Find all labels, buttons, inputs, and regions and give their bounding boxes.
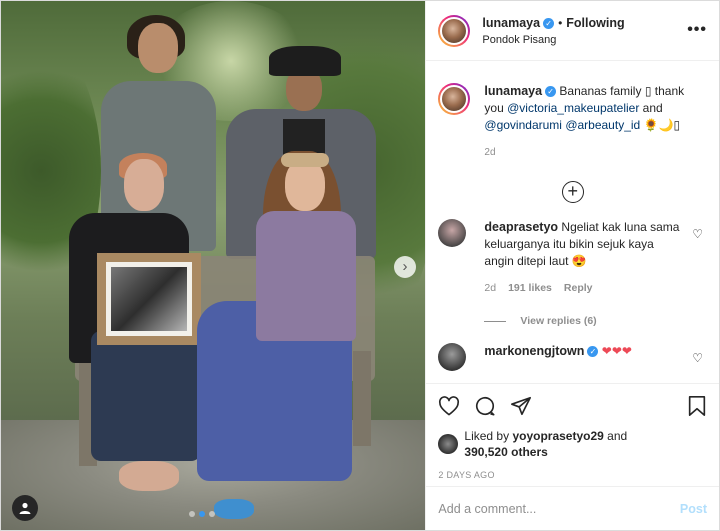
mention-link[interactable]: @govindarumi <box>484 118 562 132</box>
location-link[interactable]: Pondok Pisang <box>482 34 624 46</box>
post-button[interactable]: Post <box>680 502 707 516</box>
heart-icon[interactable] <box>438 396 460 416</box>
list-item: deaprasetyo Ngeliat kak luna sama keluar… <box>438 219 707 297</box>
add-circle-icon[interactable]: + <box>561 181 584 203</box>
comments-section: lunamaya ✓ Bananas family ▯ thank you @vi… <box>426 61 719 381</box>
carousel-dot <box>189 511 195 517</box>
carousel-dot <box>209 511 215 517</box>
heart-icon[interactable]: ♡ <box>692 227 703 241</box>
framed-photograph <box>97 253 201 345</box>
post-header: lunamaya ✓ • Following Pondok Pisang ••• <box>426 1 719 61</box>
add-comment-bar: Add a comment... Post <box>426 486 719 530</box>
caption: lunamaya ✓ Bananas family ▯ thank you @vi… <box>438 61 707 161</box>
following-button[interactable]: Following <box>566 16 624 30</box>
caption-text: Bananas family <box>559 84 645 98</box>
caption-avatar[interactable] <box>438 83 471 115</box>
avatar[interactable] <box>438 14 471 47</box>
likes-count[interactable]: 390,520 others <box>464 444 627 460</box>
post-photo[interactable]: › <box>1 1 426 530</box>
divider <box>484 320 507 322</box>
liked-by-user[interactable]: yoyoprasetyo29 <box>512 429 603 443</box>
carousel-dots <box>189 511 215 517</box>
list-item: markonengjtown ✓ ❤❤❤ ♡ <box>438 343 707 371</box>
post-actions: Liked by yoyoprasetyo29 and 390,520 othe… <box>426 383 719 480</box>
heart-icon[interactable]: ♡ <box>692 351 703 365</box>
comment-icon[interactable] <box>474 395 496 417</box>
view-replies-button[interactable]: View replies (6) <box>484 315 707 327</box>
comment-likes[interactable]: 191 likes <box>508 282 552 294</box>
header-separator: • <box>558 15 563 30</box>
view-replies-label: View replies (6) <box>520 315 597 327</box>
verified-badge-icon: ✓ <box>545 86 557 98</box>
verified-badge-icon: ✓ <box>587 346 599 358</box>
caption-emoji: ▯ <box>673 118 681 132</box>
carousel-dot <box>199 511 205 517</box>
bench-leg <box>353 351 371 446</box>
post-date[interactable]: 2 DAYS AGO <box>438 470 707 480</box>
mention-link[interactable]: @victoria_makeupatelier <box>507 101 639 115</box>
more-options-icon[interactable]: ••• <box>687 21 707 39</box>
post-sidebar: lunamaya ✓ • Following Pondok Pisang ••• lu… <box>425 1 719 530</box>
caption-text: and <box>639 101 663 115</box>
caption-timestamp[interactable]: 2d <box>484 144 694 161</box>
share-icon[interactable] <box>510 395 532 417</box>
tag-user-icon[interactable] <box>12 495 38 521</box>
mention-link[interactable]: @arbeauty_id <box>565 118 640 132</box>
comment-username[interactable]: markonengjtown <box>484 344 584 358</box>
comment-username[interactable]: deaprasetyo <box>484 220 558 234</box>
avatar[interactable] <box>438 434 459 454</box>
comment-text: ❤❤❤ <box>601 344 632 358</box>
bookmark-icon[interactable] <box>687 395 707 417</box>
caption-emoji: 🌻🌙 <box>643 118 674 132</box>
liked-by-and: and <box>603 429 628 443</box>
reply-button[interactable]: Reply <box>564 282 593 294</box>
comment-meta: 2d 191 likes Reply <box>484 280 684 297</box>
avatar[interactable] <box>438 219 467 247</box>
liked-by: Liked by yoyoprasetyo29 and 390,520 othe… <box>438 428 707 460</box>
instagram-post: › lunamaya ✓ • Following Pondok Pisang ••• … <box>0 0 720 531</box>
carousel-next-icon[interactable]: › <box>394 256 416 278</box>
comment-timestamp[interactable]: 2d <box>484 282 496 294</box>
caption-username[interactable]: lunamaya <box>484 84 542 98</box>
avatar[interactable] <box>438 343 467 371</box>
comment-input[interactable]: Add a comment... <box>438 502 680 516</box>
header-username[interactable]: lunamaya <box>482 16 540 30</box>
liked-by-label: Liked by <box>464 429 513 443</box>
verified-badge-icon: ✓ <box>543 17 555 29</box>
